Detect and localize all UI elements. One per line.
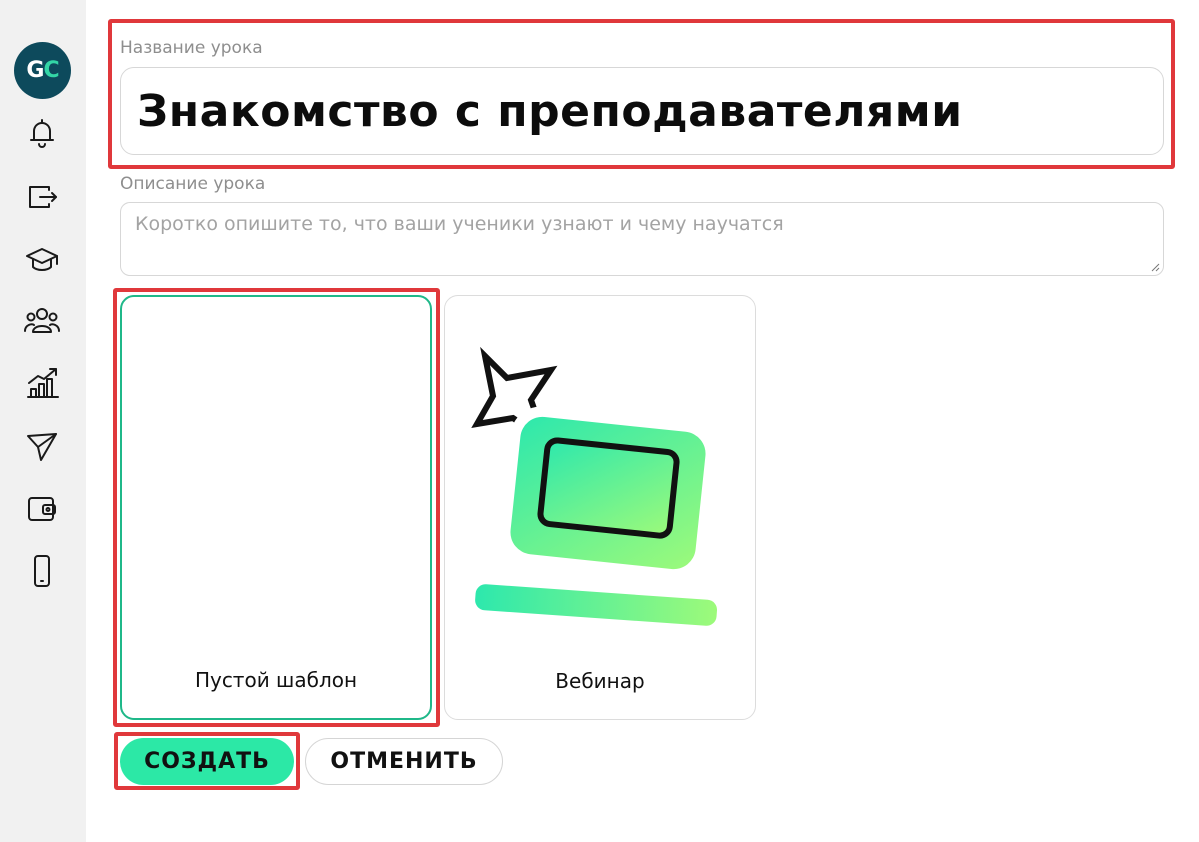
exit-icon[interactable] — [22, 177, 62, 217]
logo[interactable]: GC — [14, 42, 71, 99]
title-label: Название урока — [120, 38, 263, 58]
send-icon[interactable] — [22, 426, 62, 466]
template-card-empty[interactable]: Пустой шаблон — [120, 295, 432, 720]
resize-grip-icon[interactable] — [1150, 262, 1160, 272]
bell-icon[interactable] — [22, 113, 62, 153]
users-icon[interactable] — [22, 301, 62, 341]
phone-icon[interactable] — [22, 551, 62, 591]
logo-letter-c: C — [43, 58, 59, 83]
template-label-webinar: Вебинар — [555, 669, 645, 693]
webinar-laptop-illustration — [466, 346, 726, 636]
description-label: Описание урока — [120, 174, 266, 194]
template-label-empty: Пустой шаблон — [194, 668, 358, 692]
logo-letter-g: G — [26, 58, 44, 83]
chart-icon[interactable] — [22, 363, 62, 403]
template-card-webinar[interactable]: Вебинар — [444, 295, 756, 720]
create-button[interactable]: СОЗДАТЬ — [120, 738, 294, 785]
title-input[interactable]: Знакомство с преподавателями — [120, 67, 1164, 155]
wallet-icon[interactable] — [22, 488, 62, 528]
sidebar: GC — [0, 0, 86, 842]
cancel-button[interactable]: ОТМЕНИТЬ — [305, 738, 503, 785]
description-placeholder: Коротко опишите то, что ваши ученики узн… — [135, 213, 784, 235]
description-textarea[interactable]: Коротко опишите то, что ваши ученики узн… — [120, 202, 1164, 276]
graduation-cap-icon[interactable] — [22, 240, 62, 280]
